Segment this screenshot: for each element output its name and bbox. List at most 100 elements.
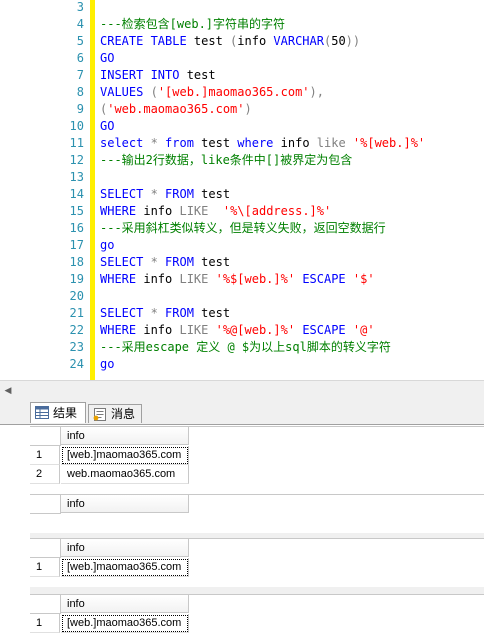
grid-corner[interactable]	[30, 495, 61, 514]
code-token: CREATE TABLE	[100, 34, 194, 48]
line-number: 4	[76, 17, 84, 31]
grid-corner[interactable]	[30, 595, 61, 614]
code-line[interactable]: ---采用escape 定义 @ $为以上sql脚本的转义字符	[100, 339, 391, 356]
code-token: test	[186, 68, 216, 82]
table-cell[interactable]: [web.]maomao365.com	[61, 614, 189, 633]
code-token: test	[201, 187, 231, 201]
line-number: 20	[69, 289, 84, 303]
line-number: 9	[76, 102, 84, 116]
code-token: '%[web.]%'	[352, 136, 426, 150]
code-line[interactable]: go	[100, 356, 114, 373]
code-token: info	[280, 136, 317, 150]
code-line[interactable]: ---检索包含[web.]字符串的字符	[100, 16, 285, 33]
row-number[interactable]: 1	[30, 558, 60, 577]
code-line[interactable]: go	[100, 237, 114, 254]
result-grid[interactable]: info 1 [web.]maomao365.com	[30, 594, 484, 639]
code-token: ---采用escape 定义 @ $为以上sql脚本的转义字符	[100, 340, 391, 354]
code-token: info	[143, 323, 180, 337]
code-line[interactable]: INSERT INTO test	[100, 67, 216, 84]
code-line[interactable]: ---输出2行数据，like条件中[]被界定为包含	[100, 152, 352, 169]
grid-separator[interactable]	[0, 587, 484, 594]
code-token: test	[201, 306, 231, 320]
code-token: ),	[309, 85, 324, 99]
result-grid[interactable]: info	[30, 494, 484, 533]
code-token: (	[150, 85, 158, 99]
grid-corner[interactable]	[30, 427, 61, 446]
line-number: 12	[69, 153, 84, 167]
row-number[interactable]: 1	[30, 446, 60, 465]
code-token: info	[143, 204, 180, 218]
code-line[interactable]: ('web.maomao365.com')	[100, 101, 252, 118]
code-token: info	[143, 272, 180, 286]
line-number: 3	[76, 0, 84, 14]
code-line[interactable]: GO	[100, 118, 114, 135]
code-token: INSERT INTO	[100, 68, 187, 82]
code-token: FROM	[165, 187, 202, 201]
code-token: *	[150, 187, 166, 201]
code-token: SELECT	[100, 187, 151, 201]
code-line[interactable]: WHERE info LIKE '%$[web.]%' ESCAPE '$'	[100, 271, 375, 288]
results-tab-strip: 结果 消息	[0, 398, 484, 425]
code-token: FROM	[165, 255, 202, 269]
code-token: FROM	[165, 306, 202, 320]
code-line[interactable]: GO	[100, 50, 114, 67]
code-token: SELECT	[100, 306, 151, 320]
editor-horizontal-scrollbar[interactable]: ◀	[0, 380, 484, 398]
grid-corner[interactable]	[30, 539, 61, 558]
result-grid[interactable]: info 1 [web.]maomao365.com 2 web.maomao365.c…	[30, 426, 484, 494]
line-number: 17	[69, 238, 84, 252]
code-token: select	[100, 136, 151, 150]
line-number: 15	[69, 204, 84, 218]
code-token: WHERE	[100, 204, 144, 218]
table-cell[interactable]: web.maomao365.com	[61, 465, 189, 484]
code-line[interactable]: select * from test where info like '%[we…	[100, 135, 425, 152]
column-header-info[interactable]: info	[61, 595, 189, 613]
line-number: 8	[76, 85, 84, 99]
code-token: ESCAPE	[302, 323, 353, 337]
code-line[interactable]: WHERE info LIKE '%\[address.]%'	[100, 203, 331, 220]
code-line[interactable]: SELECT * FROM test	[100, 305, 230, 322]
code-token: WHERE	[100, 323, 144, 337]
code-token: VARCHAR	[273, 34, 324, 48]
editor-margin	[0, 0, 44, 380]
code-token: ---检索包含[web.]字符串的字符	[100, 17, 286, 31]
code-line[interactable]: CREATE TABLE test (info VARCHAR(50))	[100, 33, 360, 50]
code-token: go	[100, 357, 115, 371]
table-cell[interactable]: [web.]maomao365.com	[61, 558, 189, 577]
code-token: '@'	[352, 323, 375, 337]
results-left-margin	[0, 425, 30, 638]
line-number: 10	[69, 119, 84, 133]
result-grid[interactable]: info 1 [web.]maomao365.com	[30, 538, 484, 587]
line-number: 24	[69, 357, 84, 371]
code-line[interactable]: SELECT * FROM test	[100, 254, 230, 271]
code-token: GO	[100, 51, 115, 65]
column-header-info[interactable]: info	[61, 495, 189, 513]
row-number[interactable]: 2	[30, 465, 60, 484]
column-header-info[interactable]: info	[61, 427, 189, 445]
line-number: 14	[69, 187, 84, 201]
row-number[interactable]: 1	[30, 614, 60, 633]
tab-messages[interactable]: 消息	[88, 404, 142, 423]
code-line[interactable]: SELECT * FROM test	[100, 186, 230, 203]
tab-results[interactable]: 结果	[30, 402, 86, 423]
grid-icon	[35, 406, 49, 419]
column-header-info[interactable]: info	[61, 539, 189, 557]
scroll-left-arrow-icon[interactable]: ◀	[2, 384, 14, 396]
code-token: *	[150, 136, 166, 150]
code-line[interactable]: WHERE info LIKE '%@[web.]%' ESCAPE '@'	[100, 322, 375, 339]
code-token: 50	[331, 34, 346, 48]
code-line[interactable]: VALUES ('[web.]maomao365.com'),	[100, 84, 324, 101]
code-token: ---输出2行数据，like条件中[]被界定为包含	[100, 153, 353, 167]
code-token: WHERE	[100, 272, 144, 286]
code-line[interactable]: ---采用斜杠类似转义，但是转义失败，返回空数据行	[100, 220, 386, 237]
line-number: 6	[76, 51, 84, 65]
table-cell[interactable]: [web.]maomao365.com	[61, 446, 189, 465]
code-token: info	[237, 34, 274, 48]
code-token: VALUES	[100, 85, 151, 99]
line-number: 21	[69, 306, 84, 320]
code-token: from	[165, 136, 202, 150]
line-number: 22	[69, 323, 84, 337]
code-token: '$'	[352, 272, 375, 286]
sql-editor[interactable]: 3 4 ---检索包含[web.]字符串的字符 5 CREATE TABLE test …	[0, 0, 484, 380]
line-number: 13	[69, 170, 84, 184]
